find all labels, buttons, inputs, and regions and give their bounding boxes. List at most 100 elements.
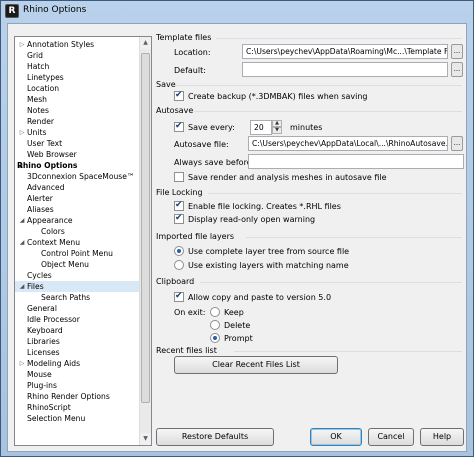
tree-item[interactable]: Render [15,116,139,127]
tree-item[interactable]: ◢ Files [15,281,139,292]
tree-item[interactable]: Web Browser [15,149,139,160]
help-button[interactable]: Help [420,428,464,446]
tree-item[interactable]: Search Paths [15,292,139,303]
files-panel: Template files Location: C:\Users\peyche… [154,24,466,451]
tree-item[interactable]: User Text [15,138,139,149]
file-locking-checkbox[interactable] [174,200,184,211]
tree-item[interactable]: Alerter [15,193,139,204]
restore-defaults-button[interactable]: Restore Defaults [156,428,274,446]
tree-item[interactable]: Mesh [15,94,139,105]
divider [216,38,462,39]
autosave-file-field[interactable]: C:\Users\peychev\AppData\Local\...\Rhino… [248,136,448,151]
tree-scrollbar[interactable]: ▲ ▼ [139,37,151,445]
file-locking-heading: File Locking [156,188,203,197]
expand-arrow-icon[interactable]: ▷ [18,39,26,50]
tree-item-label: Mouse [27,370,52,379]
tree-item[interactable]: ◢ Appearance [15,215,139,226]
collapse-arrow-icon[interactable]: ◢ [18,281,26,292]
divider [246,237,462,238]
tree-item-label: Keyboard [27,326,63,335]
tree-item[interactable]: 3Dconnexion SpaceMouse™ [15,171,139,182]
keep-label: Keep [224,308,244,317]
tree-item[interactable]: Keyboard [15,325,139,336]
always-save-before-field[interactable] [248,154,464,169]
tree-item[interactable]: Notes [15,105,139,116]
scroll-down-icon[interactable]: ▼ [140,433,151,445]
tree-item[interactable]: Object Menu [15,259,139,270]
spin-down-icon[interactable]: ▼ [272,127,282,134]
tree-item[interactable]: ◢ Context Menu [15,237,139,248]
use-layer-tree-label: Use complete layer tree from source file [188,247,350,256]
collapse-arrow-icon[interactable]: ◢ [18,215,26,226]
render-meshes-checkbox[interactable] [174,172,184,182]
use-existing-layers-radio[interactable] [174,260,184,270]
scroll-up-icon[interactable]: ▲ [140,37,151,49]
template-location-browse-button[interactable]: ... [451,44,463,59]
template-default-browse-button[interactable]: ... [451,62,463,77]
tree-item[interactable]: ◢ Rhino Options [15,160,139,171]
tree-item-label: Search Paths [41,293,91,302]
autosave-heading: Autosave [156,106,194,115]
delete-radio[interactable] [210,320,220,330]
tree-item[interactable]: ▷ Modeling Aids [15,358,139,369]
tree-item-label: Modeling Aids [27,359,81,368]
tree-item[interactable]: Plug-ins [15,380,139,391]
ok-button[interactable]: OK [310,428,362,446]
template-location-field[interactable]: C:\Users\peychev\AppData\Roaming\Mc...\T… [242,44,448,59]
use-layer-tree-radio[interactable] [174,246,184,256]
tree-item-label: Notes [27,106,49,115]
autosave-file-browse-button[interactable]: ... [451,136,463,151]
tree-item-label: Units [27,128,47,137]
tree-item[interactable]: Hatch [15,61,139,72]
tree-item[interactable]: Idle Processor [15,314,139,325]
tree-item[interactable]: Cycles [15,270,139,281]
scroll-thumb[interactable] [141,53,150,403]
tree-item[interactable]: Linetypes [15,72,139,83]
expand-arrow-icon[interactable]: ▷ [18,127,26,138]
template-default-field[interactable] [242,62,448,77]
save-every-spinner[interactable]: ▲ ▼ [272,120,282,135]
tree-item[interactable]: Libraries [15,336,139,347]
tree-item-label: Idle Processor [27,315,80,324]
clear-recent-files-button[interactable]: Clear Recent Files List [174,356,338,374]
create-backup-checkbox[interactable] [174,90,184,101]
prompt-radio[interactable] [210,333,220,343]
tree-item[interactable]: ▷ Units [15,127,139,138]
tree-item[interactable]: Selection Menu [15,413,139,424]
tree-item[interactable]: RhinoScript [15,402,139,413]
use-existing-layers-label: Use existing layers with matching name [188,261,349,270]
tree-item[interactable]: General [15,303,139,314]
on-exit-label: On exit: [174,308,206,317]
dialog-client: ▷ Annotation Styles Grid Hatch Linetypes Loca… [7,23,467,452]
expand-arrow-icon[interactable]: ▷ [18,358,26,369]
tree-item[interactable]: Control Point Menu [15,248,139,259]
tree-item[interactable]: Licenses [15,347,139,358]
tree-item-label: General [27,304,57,313]
tree-item[interactable]: Colors [15,226,139,237]
save-every-checkbox[interactable] [174,121,184,132]
title-bar[interactable]: R Rhino Options [1,1,473,21]
cancel-button[interactable]: Cancel [368,428,414,446]
spin-up-icon[interactable]: ▲ [272,120,282,127]
delete-label: Delete [224,321,251,330]
readonly-warning-checkbox[interactable] [174,213,184,224]
tree-item-label: Selection Menu [27,414,86,423]
always-save-before-label: Always save before: [174,158,255,167]
tree-item-label: Grid [27,51,43,60]
tree-item[interactable]: Advanced [15,182,139,193]
allow-copy-checkbox[interactable] [174,291,184,302]
save-every-input[interactable]: 20 [250,120,272,135]
tree-item[interactable]: Rhino Render Options [15,391,139,402]
keep-radio[interactable] [210,307,220,317]
location-label: Location: [174,48,211,57]
tree-item-label: User Text [27,139,63,148]
tree-item[interactable]: Grid [15,50,139,61]
collapse-arrow-icon[interactable]: ◢ [18,237,26,248]
tree-item[interactable]: Mouse [15,369,139,380]
options-tree[interactable]: ▷ Annotation Styles Grid Hatch Linetypes Loca… [14,36,152,446]
tree-item[interactable]: Aliases [15,204,139,215]
tree-item[interactable]: Location [15,83,139,94]
tree-item-label: Rhino Options [17,161,78,170]
tree-item[interactable]: ▷ Annotation Styles [15,39,139,50]
prompt-label: Prompt [224,334,253,343]
